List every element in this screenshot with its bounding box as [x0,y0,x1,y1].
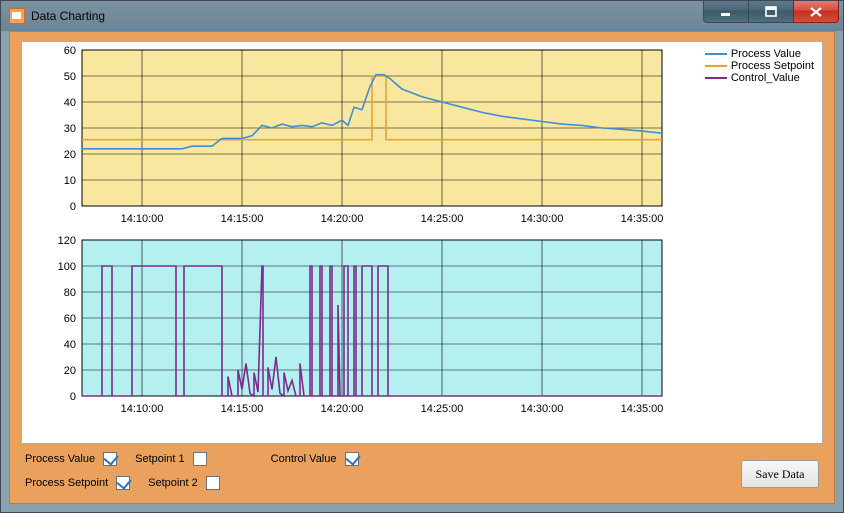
legend-item-cv: Control_Value [705,72,814,84]
svg-text:14:15:00: 14:15:00 [221,213,264,225]
field-process-setpoint: Process Setpoint [25,476,130,490]
legend-label: Control_Value [731,72,800,84]
field-process-value: Process Value [25,452,117,466]
app-icon [9,8,25,24]
label-process-setpoint: Process Setpoint [25,477,108,489]
minimize-icon [720,6,732,18]
svg-text:40: 40 [64,339,76,351]
save-button[interactable]: Save Data [741,460,819,488]
field-control-value: Control Value [271,452,359,466]
legend: Process Value Process Setpoint Control_V… [705,48,814,84]
svg-text:14:25:00: 14:25:00 [421,403,464,415]
checkbox-setpoint1[interactable] [193,452,207,466]
options-bar: Process Value Setpoint 1 Control Value P… [21,446,823,500]
legend-label: Process Setpoint [731,60,814,72]
svg-text:14:15:00: 14:15:00 [221,403,264,415]
svg-text:14:35:00: 14:35:00 [621,213,664,225]
svg-text:30: 30 [64,123,76,135]
svg-text:50: 50 [64,71,76,83]
chart-panel: Process Value Process Setpoint Control_V… [21,41,823,444]
svg-text:10: 10 [64,175,76,187]
title-bar[interactable]: Data Charting [1,1,843,31]
minimize-button[interactable] [703,1,749,23]
svg-text:20: 20 [64,365,76,377]
maximize-button[interactable] [748,1,794,23]
bottom-chart[interactable]: 0 20 40 60 80 100 120 14:10:00 14:15:00 14:20:00 1… [22,232,812,422]
legend-label: Process Value [731,48,801,60]
field-setpoint2: Setpoint 2 [148,476,220,490]
close-button[interactable] [793,1,839,23]
svg-text:120: 120 [58,235,76,247]
svg-text:80: 80 [64,287,76,299]
svg-text:14:20:00: 14:20:00 [321,213,364,225]
top-chart[interactable]: 0 10 20 30 40 50 60 14:10:00 14:15:00 14:20:00 14:… [22,42,812,232]
window-title: Data Charting [31,9,105,23]
svg-text:14:20:00: 14:20:00 [321,403,364,415]
svg-text:14:25:00: 14:25:00 [421,213,464,225]
svg-text:14:10:00: 14:10:00 [121,213,164,225]
svg-text:0: 0 [70,391,76,403]
checkbox-setpoint2[interactable] [206,476,220,490]
svg-text:14:30:00: 14:30:00 [521,403,564,415]
label-control-value: Control Value [271,453,337,465]
checkbox-process-setpoint[interactable] [116,476,130,490]
legend-item-sp: Process Setpoint [705,60,814,72]
label-setpoint2: Setpoint 2 [148,477,198,489]
maximize-icon [765,6,777,18]
window: Data Charting Process Value Process Setp… [0,0,844,513]
checkbox-process-value[interactable] [103,452,117,466]
label-process-value: Process Value [25,453,95,465]
close-icon [809,6,823,18]
svg-text:40: 40 [64,97,76,109]
svg-text:60: 60 [64,45,76,57]
svg-text:100: 100 [58,261,76,273]
client-area: Process Value Process Setpoint Control_V… [9,31,835,504]
label-setpoint1: Setpoint 1 [135,453,185,465]
svg-text:20: 20 [64,149,76,161]
svg-text:14:35:00: 14:35:00 [621,403,664,415]
field-setpoint1: Setpoint 1 [135,452,207,466]
svg-text:0: 0 [70,201,76,213]
svg-text:14:10:00: 14:10:00 [121,403,164,415]
svg-text:14:30:00: 14:30:00 [521,213,564,225]
legend-item-pv: Process Value [705,48,814,60]
svg-text:60: 60 [64,313,76,325]
checkbox-control-value[interactable] [345,452,359,466]
